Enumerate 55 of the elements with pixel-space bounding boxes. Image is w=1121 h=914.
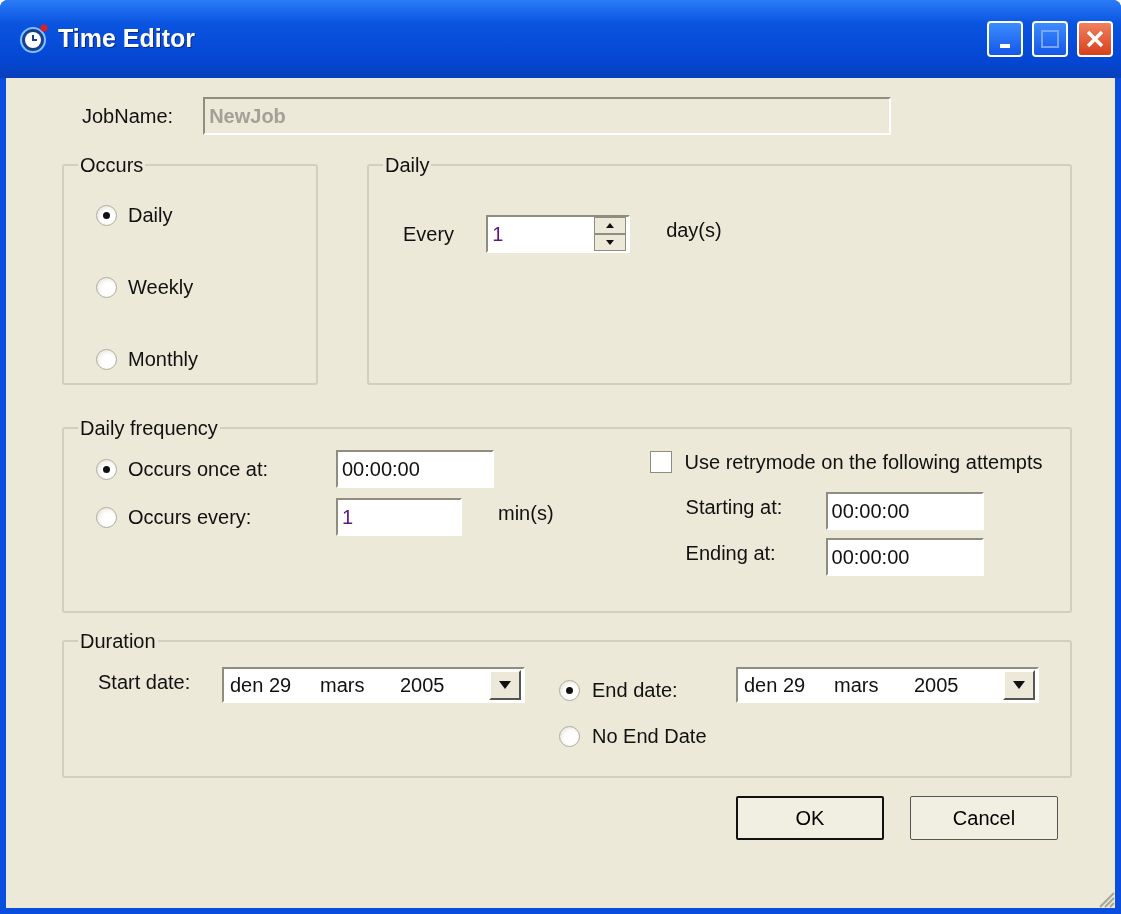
time-field[interactable]: 00:00:00 bbox=[825, 492, 984, 530]
ok-button[interactable]: OK bbox=[736, 796, 884, 840]
start-date-label: Start date: bbox=[98, 670, 192, 695]
option-label[interactable]: Monthly bbox=[128, 344, 199, 374]
checkbox-label[interactable]: Use retrymode on the following attempts bbox=[684, 447, 1043, 477]
group-title: Occurs bbox=[79, 155, 145, 175]
ending-label: Ending at: bbox=[685, 541, 777, 566]
date-picker[interactable]: den 29 mars 2005 bbox=[736, 667, 1039, 703]
option-label[interactable]: End date: bbox=[592, 675, 678, 705]
close-button[interactable] bbox=[1077, 21, 1113, 57]
radio-button[interactable] bbox=[96, 506, 117, 528]
minimize-icon bbox=[1000, 44, 1010, 48]
down-arrow-icon bbox=[606, 240, 615, 245]
resize-grip-icon bbox=[1097, 890, 1115, 908]
option-label[interactable]: No End Date bbox=[592, 721, 707, 751]
group-title: Daily frequency bbox=[79, 418, 219, 438]
group-title: Daily bbox=[384, 155, 431, 175]
unit-label: day(s) bbox=[666, 218, 722, 243]
radio-button[interactable] bbox=[96, 458, 117, 480]
starting-label: Starting at: bbox=[685, 495, 784, 520]
close-icon bbox=[1085, 29, 1105, 49]
time-field[interactable]: 00:00:00 bbox=[336, 450, 494, 488]
date-segment[interactable]: mars bbox=[834, 670, 914, 700]
cancel-button[interactable]: Cancel bbox=[910, 796, 1058, 840]
maximize-button[interactable] bbox=[1032, 21, 1068, 57]
date-picker[interactable]: den 29 mars 2005 bbox=[222, 667, 525, 703]
option-label[interactable]: Weekly bbox=[128, 272, 194, 302]
date-segment[interactable]: mars bbox=[320, 670, 400, 700]
clock-icon bbox=[18, 24, 48, 54]
radio-button[interactable] bbox=[96, 276, 117, 298]
minimize-button[interactable] bbox=[987, 21, 1023, 57]
option-label[interactable]: Occurs once at: bbox=[128, 454, 269, 484]
radio-button[interactable] bbox=[96, 348, 117, 370]
maximize-icon bbox=[1040, 29, 1060, 49]
option-label[interactable]: Occurs every: bbox=[128, 502, 252, 532]
option-label[interactable]: Daily bbox=[128, 200, 173, 230]
group-title: Duration bbox=[79, 631, 157, 651]
checkbox[interactable] bbox=[649, 451, 672, 473]
job-name-label: JobName: bbox=[82, 104, 174, 129]
radio-button[interactable] bbox=[559, 679, 580, 701]
every-label: Every bbox=[403, 222, 455, 247]
date-segment[interactable]: 2005 bbox=[400, 670, 480, 700]
window-title: Time Editor bbox=[58, 23, 196, 55]
dropdown-arrow-icon bbox=[499, 681, 511, 689]
date-segment[interactable]: 2005 bbox=[914, 670, 994, 700]
unit-label: min(s) bbox=[498, 501, 554, 526]
number-field[interactable]: 1 bbox=[336, 498, 462, 536]
date-segment[interactable]: den 29 bbox=[744, 670, 834, 700]
date-segment[interactable]: den 29 bbox=[230, 670, 320, 700]
radio-button[interactable] bbox=[559, 725, 580, 747]
radio-button[interactable] bbox=[96, 204, 117, 226]
time-field[interactable]: 00:00:00 bbox=[825, 538, 984, 576]
number-spinner[interactable]: 1 bbox=[486, 215, 631, 253]
dropdown-arrow-icon bbox=[1013, 681, 1025, 689]
up-arrow-icon bbox=[606, 223, 615, 228]
